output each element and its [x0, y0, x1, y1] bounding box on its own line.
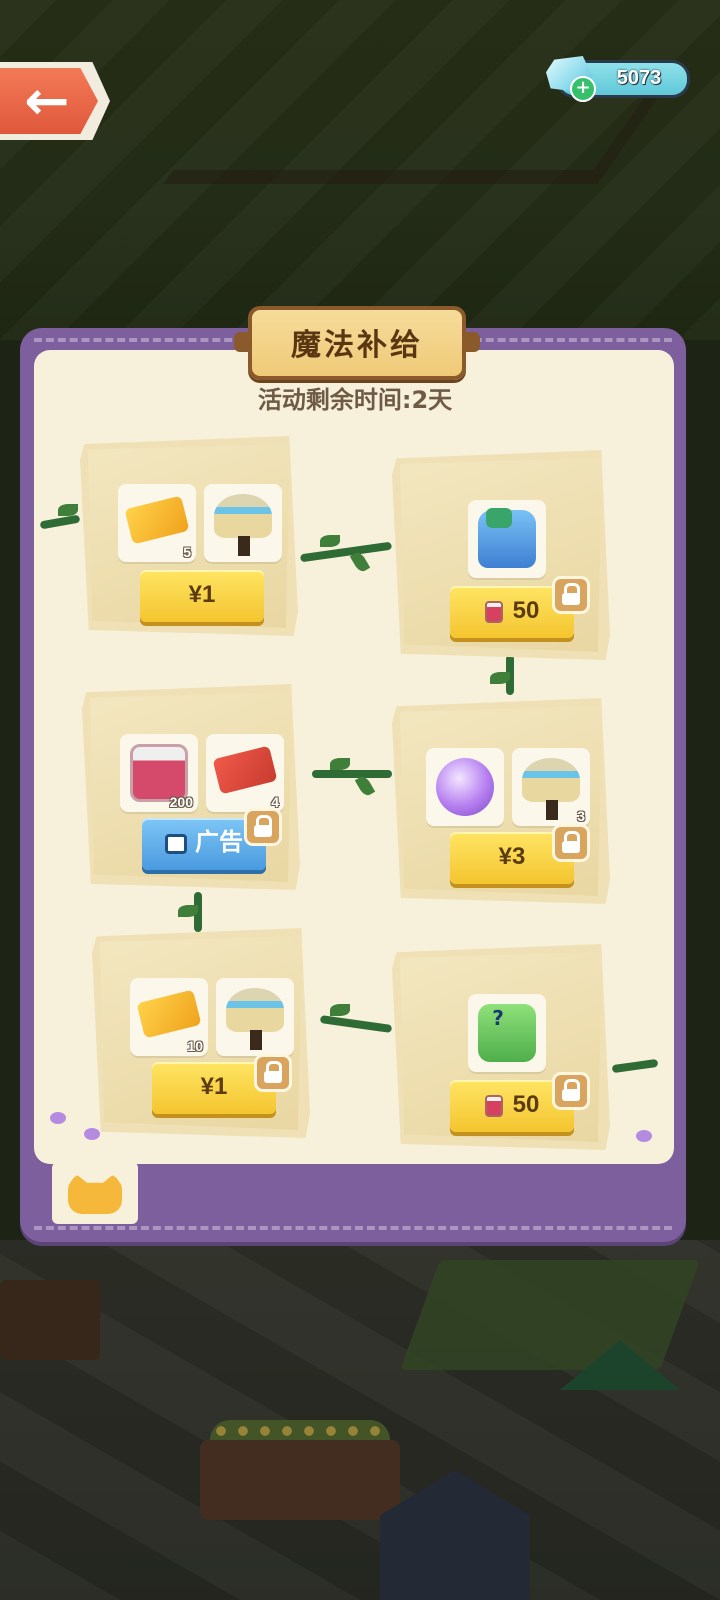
item-tile: 5 — [118, 484, 196, 562]
ad-label: 广告 — [195, 829, 243, 856]
item-tile: 200 — [120, 734, 198, 812]
gold-ticket-icon — [136, 989, 202, 1039]
item-tile: ? — [468, 994, 546, 1072]
heart-decoration — [84, 1128, 100, 1140]
leaf-icon — [178, 905, 198, 917]
leaf-icon — [330, 1004, 350, 1016]
heart-decoration — [50, 1112, 66, 1124]
back-button[interactable]: ← — [0, 62, 110, 140]
event-timer: 活动剩余时间:2天 — [257, 386, 453, 414]
title-banner: 魔法补给 — [234, 306, 480, 380]
leaf-icon — [330, 758, 350, 770]
buy-button[interactable]: ¥1 — [140, 570, 264, 622]
item-count: 3 — [577, 808, 585, 824]
lock-icon — [552, 1072, 590, 1110]
gem-amount: 5073 — [616, 67, 662, 89]
magic-pot-icon — [226, 988, 284, 1032]
banner-ear-left — [234, 332, 250, 352]
event-ticket-icon — [212, 745, 278, 795]
lock-icon — [552, 824, 590, 862]
tv-icon — [165, 833, 187, 854]
item-count: 5 — [183, 544, 191, 560]
button-price: 50 — [512, 597, 540, 624]
magic-pot-icon — [522, 758, 580, 802]
item-tile: 10 — [130, 978, 208, 1056]
pot-stem — [250, 1030, 262, 1050]
item-tile: 4 — [206, 734, 284, 812]
button-price: 50 — [512, 1091, 540, 1118]
gold-ticket-icon — [124, 495, 190, 545]
item-tile: 3 — [512, 748, 590, 826]
pot-stem — [546, 800, 558, 820]
question-mark: ? — [492, 1006, 504, 1030]
item-tile — [216, 978, 294, 1056]
item-tile — [426, 748, 504, 826]
jam-jar-icon — [484, 600, 503, 623]
pot-stem — [238, 536, 250, 556]
lock-icon — [254, 1054, 292, 1092]
lock-icon — [244, 808, 282, 846]
heart-decoration — [636, 1130, 652, 1142]
item-tile — [468, 500, 546, 578]
magic-orb-icon — [436, 758, 494, 816]
add-gems-button[interactable]: + — [570, 76, 596, 102]
cat-face-icon — [68, 1174, 122, 1214]
panel-stitch-bottom — [34, 1226, 672, 1230]
leaf-icon — [58, 504, 78, 516]
item-count: 10 — [187, 1038, 203, 1054]
panel-title: 魔法补给 — [291, 328, 423, 363]
magic-pot-icon — [214, 494, 272, 538]
leaf-icon — [490, 672, 510, 684]
lock-icon — [552, 576, 590, 614]
tab-cat-event[interactable] — [52, 1162, 138, 1224]
vine-connector — [312, 770, 392, 778]
leaf-icon — [320, 535, 340, 547]
item-tile — [204, 484, 282, 562]
bag-face — [486, 508, 512, 528]
jam-jar-icon — [484, 1094, 503, 1117]
arrow-left-icon: ← — [24, 69, 70, 132]
banner-ear-right — [464, 332, 480, 352]
item-count: 200 — [169, 794, 193, 810]
